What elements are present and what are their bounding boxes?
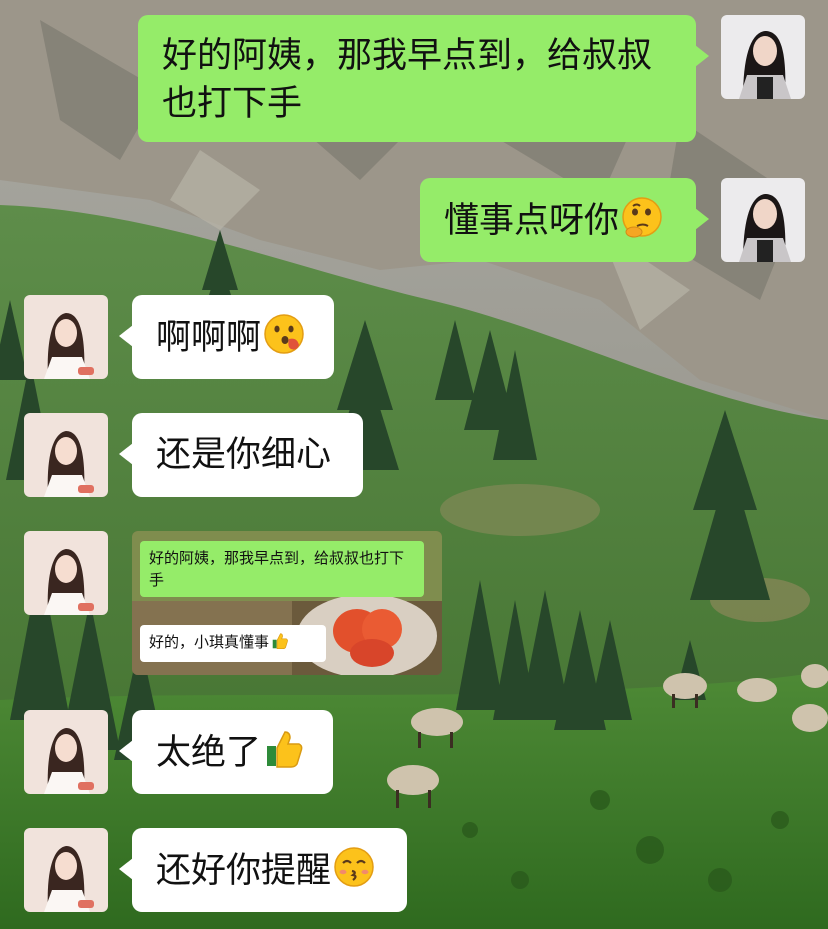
message-bubble-sent[interactable]: 好的阿姨，那我早点到，给叔叔也打下手: [138, 15, 709, 142]
contact-avatar[interactable]: [24, 710, 108, 794]
thumbs-up-icon: [263, 728, 305, 783]
message-bubble-received[interactable]: 还是你细心: [119, 413, 363, 497]
image-message[interactable]: 好的阿姨，那我早点到，给叔叔也打下手 好的，小琪真懂事: [132, 531, 442, 675]
message-bubble-received[interactable]: 太绝了: [119, 710, 333, 794]
thinking-face-icon: [621, 196, 663, 251]
message-text: 啊啊啊: [156, 318, 262, 358]
quoted-message-received: 好的，小琪真懂事: [140, 625, 326, 662]
contact-avatar[interactable]: [24, 413, 108, 497]
message-bubble-received[interactable]: 还好你提醒: [119, 828, 407, 912]
quoted-text: 好的阿姨，那我早点到，给叔叔也打下手: [149, 549, 405, 589]
message-text: 太绝了: [156, 733, 262, 773]
message-text: 好的阿姨，那我早点到，给叔叔也打下手: [162, 36, 653, 124]
message-text: 还是你细心: [156, 435, 332, 475]
quoted-message-sent: 好的阿姨，那我早点到，给叔叔也打下手: [140, 541, 424, 597]
self-avatar[interactable]: [721, 15, 805, 99]
thumbs-up-icon: [271, 632, 289, 656]
quoted-text: 好的，小琪真懂事: [149, 633, 270, 651]
contact-avatar[interactable]: [24, 531, 108, 615]
contact-avatar[interactable]: [24, 295, 108, 379]
message-text: 还好你提醒: [156, 851, 332, 891]
hushed-face-icon: [263, 313, 305, 368]
contact-avatar[interactable]: [24, 828, 108, 912]
kissing-face-icon: [333, 846, 375, 901]
self-avatar[interactable]: [721, 178, 805, 262]
message-bubble-sent[interactable]: 懂事点呀你: [420, 178, 709, 262]
message-text: 懂事点呀你: [444, 201, 620, 241]
message-bubble-received[interactable]: 啊啊啊: [119, 295, 334, 379]
